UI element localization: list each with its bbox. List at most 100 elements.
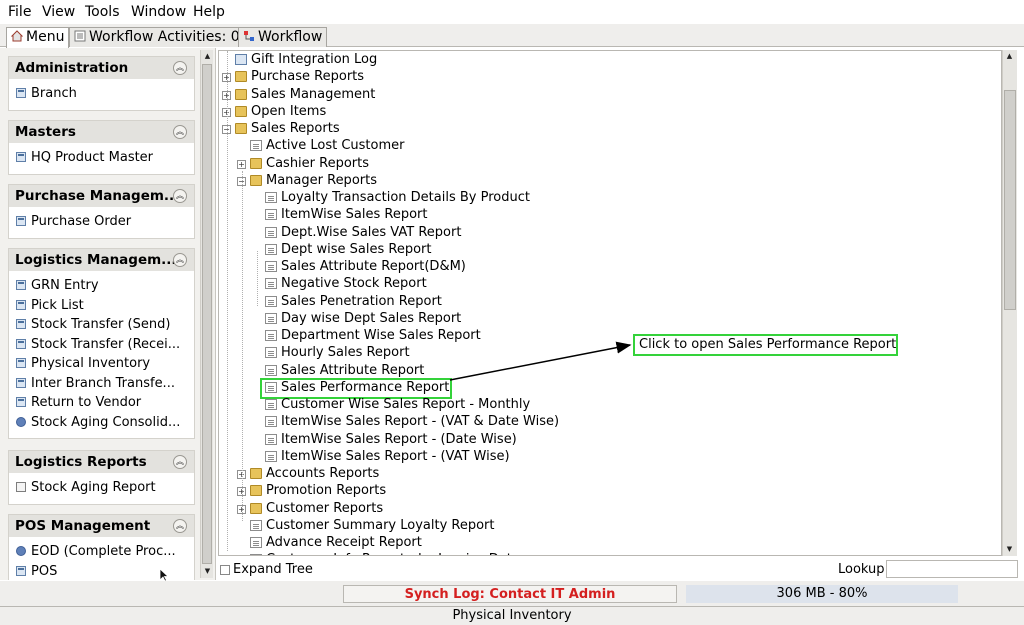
tree-node-label: Promotion Reports	[266, 483, 387, 499]
collapse-icon[interactable]: ︽	[173, 519, 187, 533]
scroll-down-icon[interactable]: ▼	[1004, 544, 1015, 555]
scroll-down-icon[interactable]: ▼	[202, 566, 213, 577]
tree-node-negative-stock-report[interactable]: Negative Stock Report	[219, 276, 999, 293]
sidebar-item-label: Stock Aging Report	[31, 480, 156, 495]
sidebar-item-stock-transfer-receive[interactable]: Stock Transfer (Recei...	[9, 335, 194, 355]
sidebar-item-branch[interactable]: Branch	[9, 84, 194, 104]
section-title: POS Management	[15, 518, 151, 534]
collapse-icon[interactable]: ︽	[173, 125, 187, 139]
tab-workflow[interactable]: Workflow	[238, 27, 328, 47]
sidebar-scrollbar[interactable]: ▲ ▼	[200, 50, 213, 578]
tree-node-label: Sales Attribute Report	[281, 362, 425, 378]
sidebar-item-label: Physical Inventory	[31, 356, 151, 371]
scrollbar-thumb[interactable]	[1004, 90, 1016, 310]
tree-node-customer-info-report-by-invoice-date[interactable]: Customer Info Report - by Invoice Date	[219, 552, 999, 555]
tree-node-label: Sales Reports	[251, 121, 340, 136]
sidebar-item-physical-inventory[interactable]: Physical Inventory	[9, 354, 194, 374]
section-header[interactable]: Administration ︽	[9, 57, 194, 79]
tab-menu[interactable]: Menu	[6, 27, 70, 48]
sidebar-item-stock-aging-consolidation[interactable]: Stock Aging Consolid...	[9, 413, 194, 433]
report-icon	[250, 537, 262, 548]
report-icon	[265, 226, 277, 238]
bottom-status-bar: Physical Inventory	[0, 606, 1024, 625]
section-header[interactable]: Purchase Managem... ︽	[9, 185, 194, 207]
section-logistics-reports: Logistics Reports ︽ Stock Aging Report	[8, 450, 195, 505]
report-icon	[265, 312, 277, 324]
sidebar-item-pick-list[interactable]: Pick List	[9, 296, 194, 316]
section-header[interactable]: Logistics Reports ︽	[9, 451, 194, 473]
scroll-up-icon[interactable]: ▲	[202, 51, 213, 62]
sidebar-item-hq-product-master[interactable]: HQ Product Master	[9, 148, 194, 168]
lookup-input[interactable]	[886, 560, 1018, 578]
tree-node-label: Negative Stock Report	[281, 276, 427, 292]
menu-file[interactable]: File	[8, 4, 31, 20]
tree-node-customer-reports[interactable]: + Customer Reports	[219, 501, 999, 518]
tree-node-dept-wise-sales-report[interactable]: Dept wise Sales Report	[219, 242, 999, 259]
tree-node-label: ItemWise Sales Report	[281, 207, 428, 223]
sidebar-item-stock-transfer-send[interactable]: Stock Transfer (Send)	[9, 315, 194, 335]
sidebar-item-grn-entry[interactable]: GRN Entry	[9, 276, 194, 296]
tree-node-label: Cashier Reports	[266, 155, 370, 171]
scrollbar-thumb[interactable]	[202, 64, 212, 564]
tab-workflow-activities-label: Workflow Activities: 0	[89, 29, 240, 45]
tree-node-advance-receipt-report[interactable]: Advance Receipt Report	[219, 535, 999, 552]
tree-node-day-wise-dept-sales-report[interactable]: Day wise Dept Sales Report	[219, 311, 999, 328]
tree-node-itemwise-sales-report-vat-date-wise[interactable]: ItemWise Sales Report - (VAT & Date Wise…	[219, 414, 999, 431]
menu-view[interactable]: View	[42, 4, 75, 20]
collapse-icon[interactable]: ︽	[173, 455, 187, 469]
tree-node-purchase-reports[interactable]: + Purchase Reports	[219, 69, 999, 86]
tree-node-sales-attribute-report-d-m[interactable]: Sales Attribute Report(D&M)	[219, 259, 999, 276]
tree-node-customer-summary-loyalty-report[interactable]: Customer Summary Loyalty Report	[219, 518, 999, 535]
tab-workflow-label: Workflow	[258, 29, 323, 45]
tree-node-accounts-reports[interactable]: + Accounts Reports	[219, 466, 999, 483]
tree-node-promotion-reports[interactable]: + Promotion Reports	[219, 483, 999, 500]
form-icon	[16, 565, 26, 576]
tree-node-active-lost-customer[interactable]: Active Lost Customer	[219, 138, 999, 155]
tree-node-label: Purchase Reports	[251, 69, 365, 85]
sidebar-item-label: Stock Transfer (Recei...	[31, 336, 181, 352]
menu-window[interactable]: Window	[131, 4, 186, 20]
tree-node-itemwise-sales-report-date-wise[interactable]: ItemWise Sales Report - (Date Wise)	[219, 432, 999, 449]
tree-node-gift-integration-log[interactable]: Gift Integration Log	[219, 52, 999, 69]
sidebar-item-label: Stock Aging Consolid...	[31, 414, 181, 430]
menu-tools[interactable]: Tools	[85, 4, 120, 20]
tree-node-open-items[interactable]: + Open Items	[219, 104, 999, 121]
tab-workflow-activities[interactable]: Workflow Activities: 0	[69, 27, 245, 47]
sync-log-status[interactable]: Synch Log: Contact IT Admin	[343, 585, 677, 603]
section-header[interactable]: Logistics Managem... ︽	[9, 249, 194, 271]
collapse-icon[interactable]: ︽	[173, 189, 187, 203]
tree-guide-line	[257, 251, 258, 306]
section-header[interactable]: POS Management ︽	[9, 515, 194, 537]
sidebar-item-return-to-vendor[interactable]: Return to Vendor	[9, 393, 194, 413]
tree-node-manager-reports[interactable]: − Manager Reports	[219, 173, 999, 190]
annotation-callout: Click to open Sales Performance Report	[633, 334, 898, 356]
tree-node-itemwise-sales-report-vat-wise[interactable]: ItemWise Sales Report - (VAT Wise)	[219, 449, 999, 466]
report-icon	[265, 278, 277, 290]
collapse-icon[interactable]: ︽	[173, 253, 187, 267]
tree-node-sales-penetration-report[interactable]: Sales Penetration Report	[219, 294, 999, 311]
sidebar-item-eod[interactable]: EOD (Complete Proc...	[9, 542, 194, 562]
tree-scrollbar[interactable]: ▲ ▼	[1002, 50, 1017, 556]
tree-node-sales-management[interactable]: + Sales Management	[219, 87, 999, 104]
report-icon	[265, 261, 277, 272]
section-header[interactable]: Masters ︽	[9, 121, 194, 143]
report-icon	[16, 482, 26, 492]
tree-node-customer-wise-sales-report-monthly[interactable]: Customer Wise Sales Report - Monthly	[219, 397, 999, 414]
folder-icon	[235, 105, 247, 117]
sidebar-item-inter-branch-transfer[interactable]: Inter Branch Transfe...	[9, 374, 194, 394]
checkbox-icon[interactable]	[220, 565, 230, 575]
tree-node-dept-wise-sales-vat-report[interactable]: Dept.Wise Sales VAT Report	[219, 225, 999, 242]
sidebar-item-label: POS	[31, 563, 58, 579]
tree-node-sales-reports[interactable]: − Sales Reports	[219, 121, 999, 138]
sidebar-item-purchase-order[interactable]: Purchase Order	[9, 212, 194, 232]
collapse-icon[interactable]: ︽	[173, 61, 187, 75]
scroll-up-icon[interactable]: ▲	[1004, 51, 1015, 62]
expand-node-icon[interactable]: +	[237, 159, 246, 169]
sidebar-item-stock-aging-report[interactable]: Stock Aging Report	[9, 478, 194, 498]
tree-node-itemwise-sales-report[interactable]: ItemWise Sales Report	[219, 207, 999, 224]
form-icon	[16, 216, 26, 226]
tree-node-label: Customer Reports	[266, 500, 384, 516]
tree-node-cashier-reports[interactable]: + Cashier Reports	[219, 156, 999, 173]
menu-help[interactable]: Help	[193, 4, 225, 20]
tree-node-loyalty-transaction-details-by-product[interactable]: Loyalty Transaction Details By Product	[219, 190, 999, 207]
